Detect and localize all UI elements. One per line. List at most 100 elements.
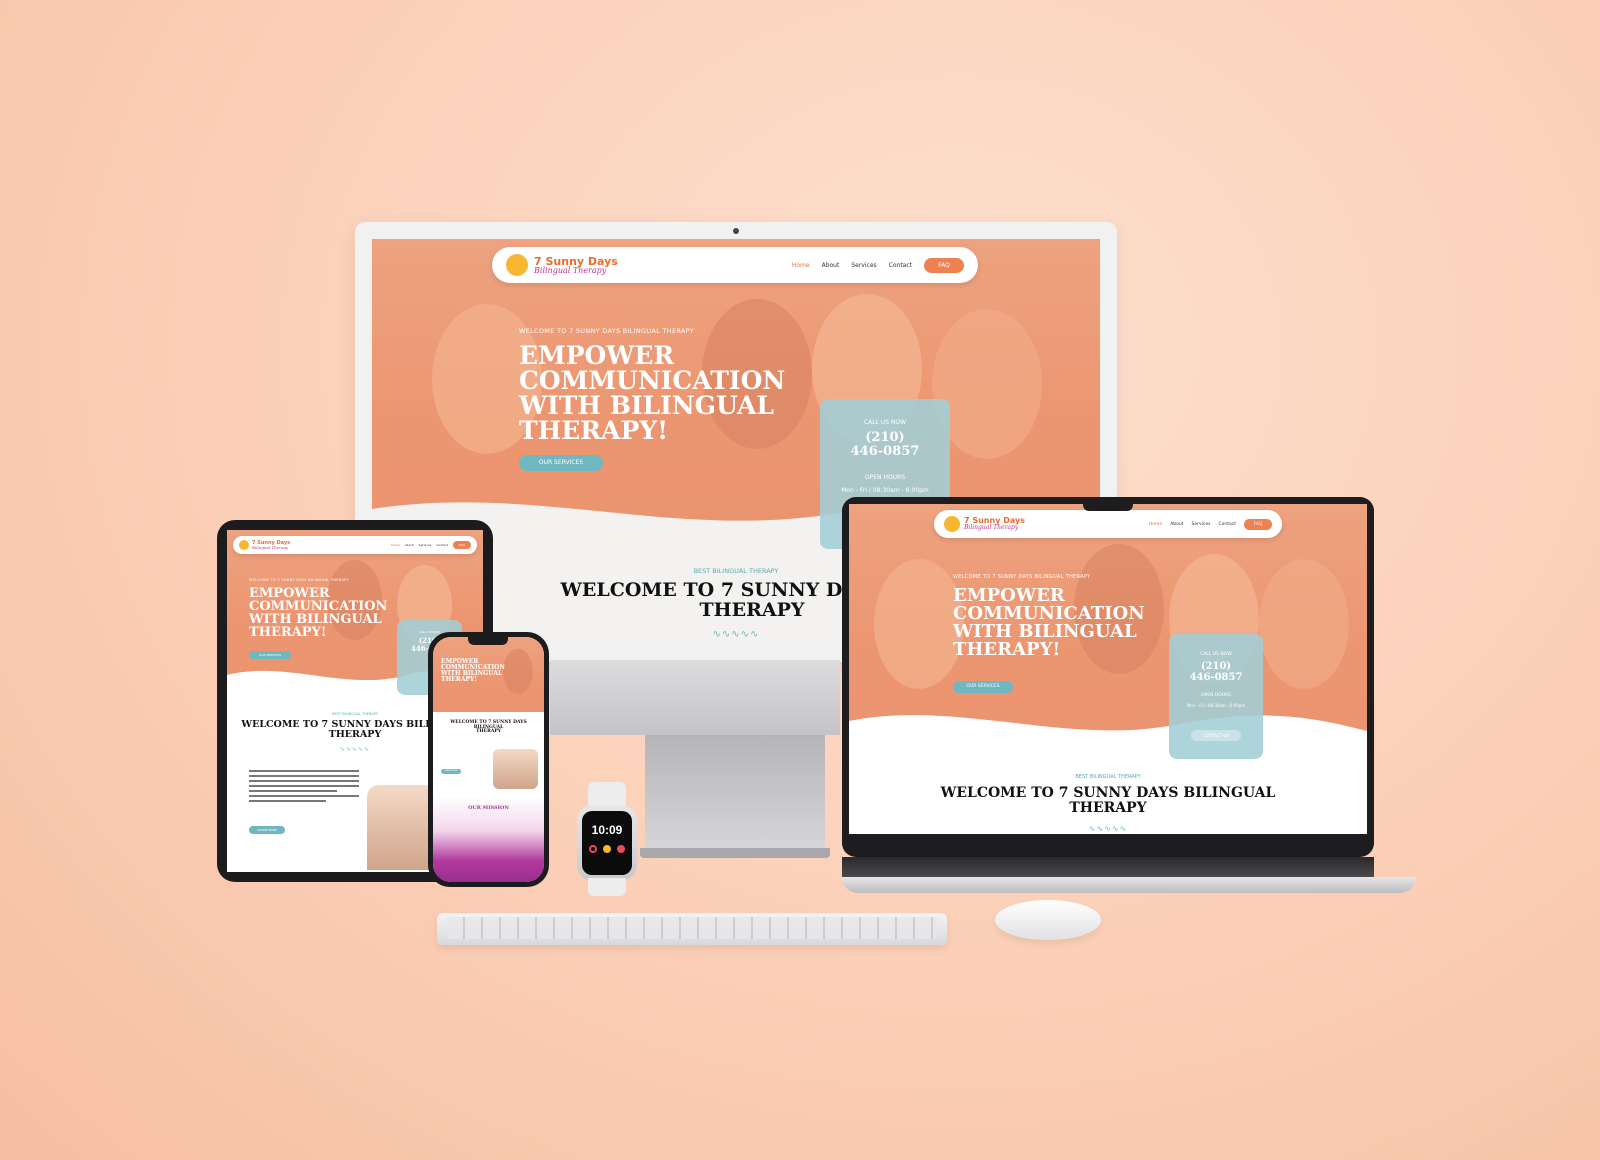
monitor-stand <box>645 735 825 850</box>
squiggle-divider: ∿∿∿∿∿ <box>712 629 760 640</box>
kids-photo <box>874 559 964 689</box>
headline-line: THERAPY! <box>249 625 327 640</box>
hero-headline: EMPOWER COMMUNICATION WITH BILINGUAL THE… <box>519 343 785 443</box>
mission-title: OUR MISSION <box>468 805 509 811</box>
text-line <box>249 785 359 787</box>
phone-line: (210) <box>1200 661 1232 672</box>
text-line <box>249 800 326 802</box>
nav-services[interactable]: Services <box>1192 522 1211 527</box>
mouse <box>995 900 1101 940</box>
hours-value: Mon - Fri / 08:30am - 6:00pm <box>841 486 929 494</box>
site-logo[interactable]: 7 Sunny Days Bilingual Therapy <box>944 516 1025 532</box>
sun-logo-icon <box>944 516 960 532</box>
hero-eyebrow: WELCOME TO 7 SUNNY DAYS BILINGUAL THERAP… <box>249 578 349 582</box>
hero-eyebrow: WELCOME TO 7 SUNNY DAYS BILINGUAL THERAP… <box>953 574 1091 580</box>
phone-notch <box>468 637 508 645</box>
kids-photo <box>1259 559 1349 689</box>
nav-links: Home About Services Contact FAQ <box>391 541 471 549</box>
nav-home[interactable]: Home <box>391 543 400 547</box>
weather-icon <box>603 845 611 853</box>
watch-band-bottom <box>588 878 626 896</box>
phone-line: 446-0857 <box>1189 672 1243 683</box>
hero-headline: EMPOWER COMMUNICATION WITH BILINGUAL THE… <box>441 659 505 683</box>
nav-links: Home About Services Contact FAQ <box>1149 518 1272 530</box>
nav-home[interactable]: Home <box>1149 522 1162 527</box>
site-logo[interactable]: 7 Sunny Days Bilingual Therapy <box>239 540 290 550</box>
hours-value: Mon - Fri / 08:30am - 6:00pm <box>1186 703 1246 708</box>
headline-line: THERAPY! <box>519 416 669 445</box>
laptop-notch <box>1083 499 1133 511</box>
our-services-button[interactable]: OUR SERVICES <box>249 651 291 659</box>
sun-logo-icon <box>239 540 249 550</box>
text-line <box>249 780 359 782</box>
keyboard-keys <box>447 917 937 939</box>
our-services-button[interactable]: OUR SERVICES <box>519 455 603 471</box>
section-title-line: THERAPY <box>476 729 501 735</box>
our-services-button[interactable]: OUR SERVICES <box>953 681 1013 693</box>
learn-more-button[interactable]: LEARN MORE <box>441 769 461 774</box>
logo-line2: Bilingual Therapy <box>252 544 289 550</box>
site-logo[interactable]: 7 Sunny Days Bilingual Therapy <box>506 254 618 276</box>
squiggle-divider: ∿∿∿∿∿ <box>339 747 371 753</box>
phone-number[interactable]: (210) 446-0857 <box>820 430 950 460</box>
nav-contact[interactable]: Contact <box>889 262 912 269</box>
site-navbar: 7 Sunny Days Bilingual Therapy Home Abou… <box>233 536 477 554</box>
nav-about[interactable]: About <box>822 262 840 269</box>
hero-wave <box>849 715 1367 759</box>
faq-button[interactable]: FAQ <box>924 257 964 273</box>
nav-about[interactable]: About <box>405 543 414 547</box>
call-us-label: CALL US NOW <box>1200 652 1232 657</box>
headline-line: EMPOWER <box>519 341 675 370</box>
hero-headline: EMPOWER COMMUNICATION WITH BILINGUAL THE… <box>249 587 387 639</box>
laptop-screen: 7 Sunny Days Bilingual Therapy Home Abou… <box>849 504 1367 834</box>
phone-number[interactable]: (210) 446-0857 <box>1169 661 1263 683</box>
logo-line2: Bilingual Therapy <box>534 265 607 275</box>
laptop-keyboard-deck <box>842 857 1374 877</box>
therapy-photo <box>493 749 538 789</box>
headline-line: THERAPY! <box>441 676 477 683</box>
headline-line: COMMUNICATION <box>519 366 786 395</box>
headline-line: THERAPY! <box>953 639 1061 660</box>
logo-line2: Bilingual Therapy <box>964 524 1019 531</box>
text-line <box>249 790 337 792</box>
learn-more-button[interactable]: LEARN MORE <box>249 826 285 834</box>
section-eyebrow: BEST BILINGUAL THERAPY <box>332 712 378 716</box>
hero-headline: EMPOWER COMMUNICATION WITH BILINGUAL THE… <box>953 587 1145 659</box>
section-title-line: WELCOME TO 7 SUNNY DAYS BILINGUAL <box>940 785 1276 801</box>
hero-section: EMPOWER COMMUNICATION WITH BILINGUAL THE… <box>433 637 544 712</box>
site-navbar: 7 Sunny Days Bilingual Therapy Home Abou… <box>492 247 978 283</box>
section-title: WELCOME TO 7 SUNNY DAYS BILINGUAL THERAP… <box>435 720 542 735</box>
phone-screen: EMPOWER COMMUNICATION WITH BILINGUAL THE… <box>433 637 544 882</box>
nav-about[interactable]: About <box>1170 522 1183 527</box>
therapy-photo <box>367 785 437 870</box>
logo-line1: 7 Sunny Days <box>534 254 618 268</box>
faq-button[interactable]: FAQ <box>453 541 471 549</box>
nav-contact[interactable]: Contact <box>1218 522 1236 527</box>
hero-eyebrow: WELCOME TO 7 SUNNY DAYS BILINGUAL THERAP… <box>519 327 695 335</box>
heart-icon <box>617 845 625 853</box>
text-line <box>249 795 359 797</box>
site-navbar: 7 Sunny Days Bilingual Therapy Home Abou… <box>934 510 1282 538</box>
text-line <box>249 775 359 777</box>
watch-complications <box>582 845 632 853</box>
text-line <box>249 770 359 772</box>
nav-links: Home About Services Contact FAQ <box>792 257 964 273</box>
call-us-card: CALL US NOW (210) 446-0857 OPEN HOURS Mo… <box>1169 634 1263 759</box>
monitor-camera <box>733 228 739 234</box>
intro-text-block <box>249 770 359 805</box>
watch-time: 10:09 <box>591 823 623 837</box>
sun-logo-icon <box>506 254 528 276</box>
hours-label: OPEN HOURS <box>864 473 906 481</box>
laptop-base <box>842 877 1416 893</box>
nav-home[interactable]: Home <box>792 262 810 269</box>
nav-services[interactable]: Services <box>419 543 432 547</box>
nav-services[interactable]: Services <box>851 262 876 269</box>
monitor-foot <box>640 848 830 858</box>
activity-icon <box>589 845 597 853</box>
contact-us-button[interactable]: CONTACT US <box>1191 730 1241 741</box>
faq-button[interactable]: FAQ <box>1244 518 1272 530</box>
call-us-label: CALL US NOW <box>863 419 907 426</box>
nav-contact[interactable]: Contact <box>436 543 448 547</box>
hours-label: OPEN HOURS <box>1200 693 1232 698</box>
watch-screen: 10:09 <box>582 811 632 875</box>
